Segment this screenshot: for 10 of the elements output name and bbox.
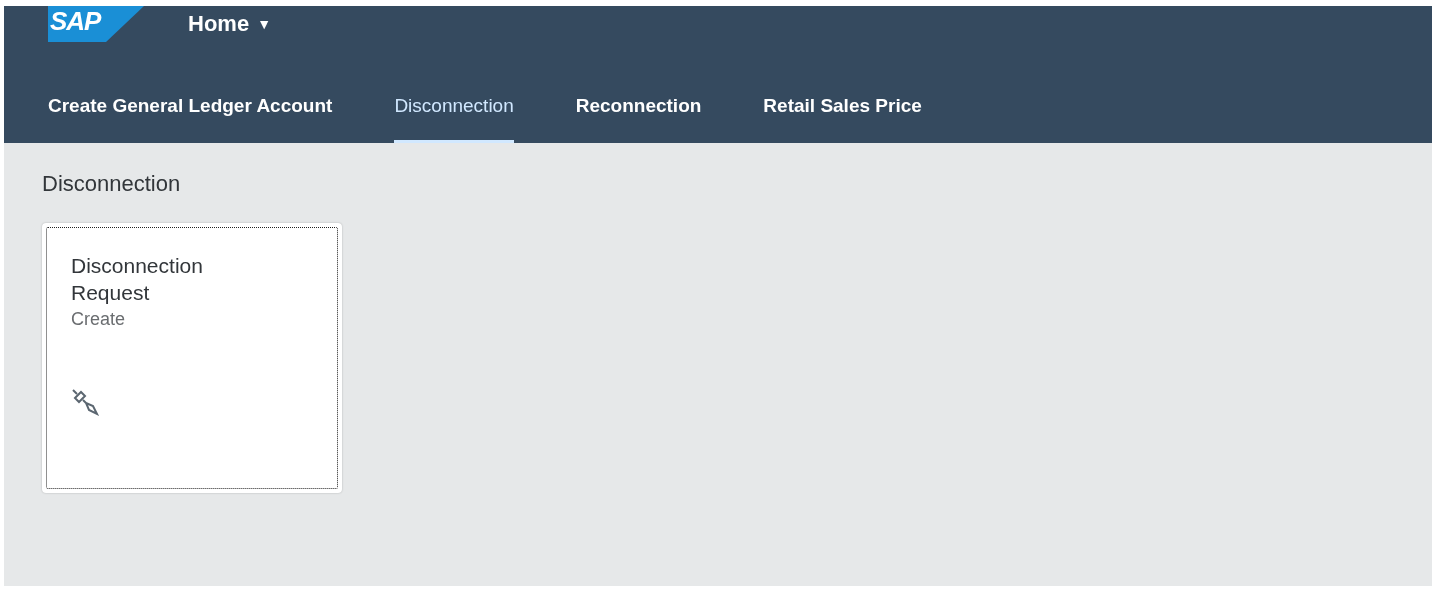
nav-tab[interactable]: Reconnection <box>575 72 702 143</box>
plug-icon <box>71 387 99 418</box>
home-menu-button[interactable]: Home ▼ <box>188 11 271 37</box>
nav-tab[interactable]: Create General Ledger Account <box>48 72 333 143</box>
tile-subtitle: Create <box>71 308 127 330</box>
tile-title: Disconnection Request <box>71 253 204 307</box>
section-title: Disconnection <box>42 171 182 197</box>
nav-tab[interactable]: Retail Sales Price <box>763 72 922 143</box>
app-tile[interactable]: Disconnection Request Create <box>42 223 342 493</box>
logo: SAP <box>48 6 144 42</box>
